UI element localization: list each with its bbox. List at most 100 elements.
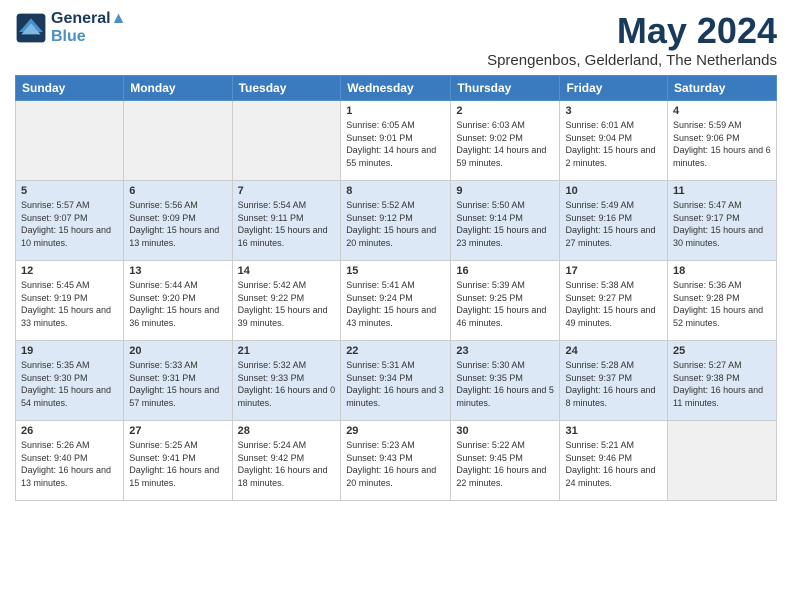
day-info: Sunrise: 6:05 AMSunset: 9:01 PMDaylight:… [346, 119, 445, 169]
logo-text: General▲ Blue [51, 10, 126, 46]
day-info: Sunrise: 5:36 AMSunset: 9:28 PMDaylight:… [673, 279, 771, 329]
day-number: 5 [21, 185, 118, 197]
day-number: 2 [456, 105, 554, 117]
calendar-cell [668, 421, 777, 501]
calendar-table: SundayMondayTuesdayWednesdayThursdayFrid… [15, 75, 777, 501]
day-info: Sunrise: 5:22 AMSunset: 9:45 PMDaylight:… [456, 439, 554, 489]
calendar-cell: 21 Sunrise: 5:32 AMSunset: 9:33 PMDayligh… [232, 341, 341, 421]
day-number: 15 [346, 265, 445, 277]
calendar-cell: 2 Sunrise: 6:03 AMSunset: 9:02 PMDaylight… [451, 101, 560, 181]
calendar-cell: 4Sunrise: 5:59 AMSunset: 9:06 PMDaylight… [668, 101, 777, 181]
calendar-cell: 11Sunrise: 5:47 AMSunset: 9:17 PMDayligh… [668, 181, 777, 261]
day-number: 12 [21, 265, 118, 277]
day-info: Sunrise: 5:39 AMSunset: 9:25 PMDaylight:… [456, 279, 554, 329]
calendar-cell: 8 Sunrise: 5:52 AMSunset: 9:12 PMDaylight… [341, 181, 451, 261]
calendar-cell: 16 Sunrise: 5:39 AMSunset: 9:25 PMDayligh… [451, 261, 560, 341]
day-info: Sunrise: 5:25 AMSunset: 9:41 PMDaylight:… [129, 439, 226, 489]
day-number: 17 [565, 265, 662, 277]
calendar-cell: 14Sunrise: 5:42 AMSunset: 9:22 PMDayligh… [232, 261, 341, 341]
day-info: Sunrise: 5:38 AMSunset: 9:27 PMDaylight:… [565, 279, 662, 329]
calendar-cell [16, 101, 124, 181]
day-info: Sunrise: 5:52 AMSunset: 9:12 PMDaylight:… [346, 199, 445, 249]
day-number: 19 [21, 345, 118, 357]
calendar-cell: 25 Sunrise: 5:27 AMSunset: 9:38 PMDayligh… [668, 341, 777, 421]
day-number: 6 [129, 185, 226, 197]
calendar-cell: 7 Sunrise: 5:54 AMSunset: 9:11 PMDaylight… [232, 181, 341, 261]
weekday-header-sunday: Sunday [16, 76, 124, 101]
day-info: Sunrise: 5:23 AMSunset: 9:43 PMDaylight:… [346, 439, 445, 489]
location: Sprengenbos, Gelderland, The Netherlands [487, 52, 777, 69]
day-number: 25 [673, 345, 771, 357]
day-number: 27 [129, 425, 226, 437]
day-info: Sunrise: 5:41 AMSunset: 9:24 PMDaylight:… [346, 279, 445, 329]
day-info: Sunrise: 5:45 AMSunset: 9:19 PMDaylight:… [21, 279, 118, 329]
day-info: Sunrise: 5:57 AMSunset: 9:07 PMDaylight:… [21, 199, 118, 249]
day-number: 20 [129, 345, 226, 357]
week-row-5: 26 Sunrise: 5:26 AMSunset: 9:40 PMDayligh… [16, 421, 777, 501]
logo-icon [15, 12, 47, 44]
day-info: Sunrise: 5:28 AMSunset: 9:37 PMDaylight:… [565, 359, 662, 409]
day-number: 7 [238, 185, 336, 197]
weekday-header-friday: Friday [560, 76, 668, 101]
weekday-header-tuesday: Tuesday [232, 76, 341, 101]
day-info: Sunrise: 5:59 AMSunset: 9:06 PMDaylight:… [673, 119, 771, 169]
day-number: 1 [346, 105, 445, 117]
calendar-cell: 1 Sunrise: 6:05 AMSunset: 9:01 PMDaylight… [341, 101, 451, 181]
day-number: 24 [565, 345, 662, 357]
day-number: 21 [238, 345, 336, 357]
day-number: 23 [456, 345, 554, 357]
day-info: Sunrise: 6:03 AMSunset: 9:02 PMDaylight:… [456, 119, 554, 169]
day-number: 9 [456, 185, 554, 197]
calendar-cell: 20 Sunrise: 5:33 AMSunset: 9:31 PMDayligh… [124, 341, 232, 421]
day-number: 31 [565, 425, 662, 437]
day-info: Sunrise: 5:54 AMSunset: 9:11 PMDaylight:… [238, 199, 336, 249]
week-row-4: 19 Sunrise: 5:35 AMSunset: 9:30 PMDayligh… [16, 341, 777, 421]
calendar-cell: 27 Sunrise: 5:25 AMSunset: 9:41 PMDayligh… [124, 421, 232, 501]
calendar-cell: 3Sunrise: 6:01 AMSunset: 9:04 PMDaylight… [560, 101, 668, 181]
calendar-cell: 17 Sunrise: 5:38 AMSunset: 9:27 PMDayligh… [560, 261, 668, 341]
calendar-cell: 15 Sunrise: 5:41 AMSunset: 9:24 PMDayligh… [341, 261, 451, 341]
day-number: 13 [129, 265, 226, 277]
day-info: Sunrise: 5:50 AMSunset: 9:14 PMDaylight:… [456, 199, 554, 249]
title-area: May 2024 Sprengenbos, Gelderland, The Ne… [487, 10, 777, 69]
calendar-page: General▲ Blue May 2024 Sprengenbos, Geld… [0, 0, 792, 612]
weekday-header-row: SundayMondayTuesdayWednesdayThursdayFrid… [16, 76, 777, 101]
calendar-cell: 23 Sunrise: 5:30 AMSunset: 9:35 PMDayligh… [451, 341, 560, 421]
day-info: Sunrise: 5:26 AMSunset: 9:40 PMDaylight:… [21, 439, 118, 489]
calendar-cell: 13 Sunrise: 5:44 AMSunset: 9:20 PMDayligh… [124, 261, 232, 341]
calendar-cell: 30 Sunrise: 5:22 AMSunset: 9:45 PMDayligh… [451, 421, 560, 501]
calendar-cell: 28Sunrise: 5:24 AMSunset: 9:42 PMDayligh… [232, 421, 341, 501]
calendar-cell: 18 Sunrise: 5:36 AMSunset: 9:28 PMDayligh… [668, 261, 777, 341]
day-info: Sunrise: 5:44 AMSunset: 9:20 PMDaylight:… [129, 279, 226, 329]
month-title: May 2024 [487, 10, 777, 52]
calendar-cell: 22Sunrise: 5:31 AMSunset: 9:34 PMDayligh… [341, 341, 451, 421]
day-info: Sunrise: 5:30 AMSunset: 9:35 PMDaylight:… [456, 359, 554, 409]
week-row-3: 12 Sunrise: 5:45 AMSunset: 9:19 PMDayligh… [16, 261, 777, 341]
calendar-cell [124, 101, 232, 181]
calendar-cell: 6 Sunrise: 5:56 AMSunset: 9:09 PMDaylight… [124, 181, 232, 261]
header: General▲ Blue May 2024 Sprengenbos, Geld… [15, 10, 777, 69]
day-number: 11 [673, 185, 771, 197]
day-info: Sunrise: 5:56 AMSunset: 9:09 PMDaylight:… [129, 199, 226, 249]
weekday-header-wednesday: Wednesday [341, 76, 451, 101]
day-info: Sunrise: 5:32 AMSunset: 9:33 PMDaylight:… [238, 359, 336, 409]
day-number: 22 [346, 345, 445, 357]
weekday-header-monday: Monday [124, 76, 232, 101]
calendar-cell: 5 Sunrise: 5:57 AMSunset: 9:07 PMDaylight… [16, 181, 124, 261]
day-number: 10 [565, 185, 662, 197]
day-info: Sunrise: 5:35 AMSunset: 9:30 PMDaylight:… [21, 359, 118, 409]
day-info: Sunrise: 5:33 AMSunset: 9:31 PMDaylight:… [129, 359, 226, 409]
week-row-1: 1 Sunrise: 6:05 AMSunset: 9:01 PMDaylight… [16, 101, 777, 181]
calendar-cell: 9 Sunrise: 5:50 AMSunset: 9:14 PMDaylight… [451, 181, 560, 261]
day-number: 16 [456, 265, 554, 277]
day-number: 30 [456, 425, 554, 437]
day-info: Sunrise: 5:21 AMSunset: 9:46 PMDaylight:… [565, 439, 662, 489]
day-info: Sunrise: 5:27 AMSunset: 9:38 PMDaylight:… [673, 359, 771, 409]
calendar-cell: 24 Sunrise: 5:28 AMSunset: 9:37 PMDayligh… [560, 341, 668, 421]
day-number: 3 [565, 105, 662, 117]
day-number: 26 [21, 425, 118, 437]
week-row-2: 5 Sunrise: 5:57 AMSunset: 9:07 PMDaylight… [16, 181, 777, 261]
day-number: 8 [346, 185, 445, 197]
day-number: 14 [238, 265, 336, 277]
day-number: 18 [673, 265, 771, 277]
